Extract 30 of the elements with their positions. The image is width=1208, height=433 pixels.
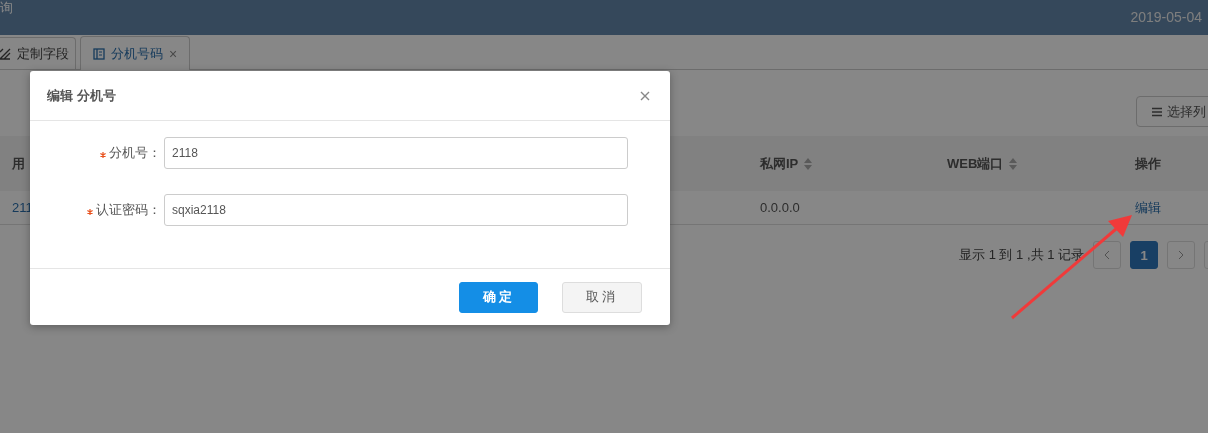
chevron-left-icon (1104, 250, 1110, 260)
previous-page-button[interactable] (1093, 241, 1121, 269)
dialog-title: 编辑 分机号 (47, 86, 116, 105)
tab[interactable]: 定制字段 (0, 37, 76, 69)
tab[interactable]: 分机号码 × (80, 36, 191, 70)
chevron-right-icon (1178, 250, 1184, 260)
field-label: 分机号： (109, 144, 161, 162)
cancel-button[interactable]: 取消 (562, 281, 642, 313)
header-title: 询 (0, 0, 13, 16)
close-tab-button[interactable]: × (169, 45, 178, 62)
edit-link[interactable]: 编辑 (1135, 198, 1161, 217)
edit-icon (0, 47, 11, 60)
input-field[interactable]: sqxia2118 (164, 194, 628, 226)
input-field[interactable]: 2118 (164, 137, 628, 169)
table-cell: 0.0.0.0 (760, 200, 800, 215)
header-date: 2019-05-04 (1130, 9, 1202, 25)
page-button[interactable]: 1 (1130, 241, 1158, 269)
column-header[interactable]: 用 (12, 154, 25, 173)
pagination-summary: 显示 1 到 1 ,共 1 记录 (959, 246, 1084, 264)
user-link[interactable]: 211 (12, 200, 33, 215)
column-header[interactable]: WEB端口 (947, 154, 1018, 173)
column-header[interactable]: 操作 (1135, 154, 1161, 173)
next-page-button[interactable] (1167, 241, 1195, 269)
column-header[interactable]: 私网IP (760, 154, 813, 173)
document-icon (93, 47, 105, 60)
list-icon (1152, 106, 1162, 117)
confirm-button[interactable]: 确定 (459, 281, 538, 313)
close-icon (640, 90, 650, 101)
field-label: 认证密码： (96, 201, 161, 219)
select-columns-button[interactable]: 选择列 (1136, 96, 1208, 127)
